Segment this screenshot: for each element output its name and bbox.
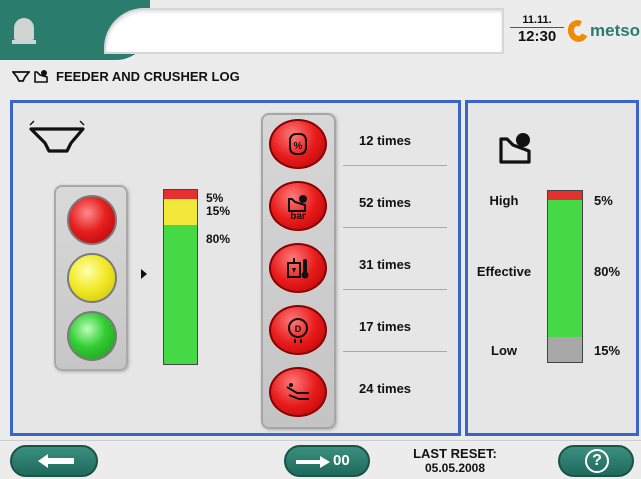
feeder-distribution-bar (163, 189, 198, 365)
distribution-segment (164, 190, 197, 199)
distribution-percent: 80% (206, 232, 231, 246)
level-percent: 5% (594, 193, 613, 208)
level-segment (548, 200, 582, 337)
svg-text:D: D (295, 324, 302, 334)
svg-text:%: % (294, 141, 303, 152)
distribution-percent: 15% (206, 204, 231, 218)
help-icon: ? (585, 449, 609, 473)
event-count: 17 times (359, 319, 412, 334)
level-percent: 80% (594, 264, 621, 279)
brand-name: metso (590, 21, 641, 40)
crusher-level-bar (547, 190, 583, 363)
traffic-light (54, 185, 128, 371)
crusher-icon (499, 133, 531, 164)
help-button[interactable]: ? (558, 445, 634, 477)
event-count: 24 times (359, 381, 412, 396)
red-light-icon (67, 195, 117, 245)
row-divider (343, 165, 447, 166)
arrow-left-icon (38, 454, 74, 468)
yellow-light-icon (67, 253, 117, 303)
message-field (104, 8, 504, 54)
level-label: High (489, 193, 519, 208)
brand-logo: metso (564, 17, 641, 45)
help-label: ? (592, 452, 602, 469)
row-divider (343, 227, 447, 228)
reset-button-label: 00 (333, 452, 350, 469)
reset-counters-button[interactable]: 00 (284, 445, 370, 477)
clock: 11.11. 12:30 (510, 13, 564, 47)
event-count: 52 times (359, 195, 412, 210)
bottom-bar: 00 LAST RESET: 05.05.2008 ? (0, 440, 641, 479)
last-reset-date: 05.05.2008 (424, 461, 486, 475)
level-percent: 15% (594, 343, 621, 358)
crusher-log-panel: High 5% Effective 80% Low 15% (465, 100, 639, 436)
row-divider (343, 351, 447, 352)
pointer-arrow-icon (141, 269, 147, 279)
distribution-percent: 5% (206, 191, 224, 205)
event-count: 12 times (359, 133, 412, 148)
time-text: 12:30 (510, 27, 564, 46)
back-button[interactable] (10, 445, 98, 477)
level-segment (548, 191, 582, 200)
page-title-row: FEEDER AND CRUSHER LOG (12, 66, 240, 86)
event-count: 31 times (359, 257, 412, 272)
feeder-log-panel: 5% 15% 80% % bar D 12 times 52 times 31 times 1… (10, 100, 461, 436)
last-reset-info: LAST RESET: 05.05.2008 (390, 446, 520, 475)
date-text: 11.11. (522, 14, 552, 26)
event-unit-label: bar (290, 211, 306, 222)
event-button[interactable]: % (269, 119, 327, 169)
row-divider (343, 289, 447, 290)
feeder-icon (12, 71, 30, 82)
crusher-icon (34, 70, 48, 83)
top-bar: 11.11. 12:30 metso (0, 0, 641, 62)
green-light-icon (67, 311, 117, 361)
arrow-right-icon (296, 456, 330, 468)
event-button[interactable]: bar (269, 181, 327, 231)
event-button[interactable]: D (269, 305, 327, 355)
event-buttons-column: % bar D (261, 113, 336, 429)
feeder-icon (29, 120, 85, 153)
level-label: Effective (476, 264, 532, 279)
event-button[interactable] (269, 367, 327, 417)
metso-logo-icon (564, 17, 592, 45)
page-title: FEEDER AND CRUSHER LOG (56, 68, 240, 84)
last-reset-label: LAST RESET: (413, 446, 497, 461)
distribution-segment (164, 225, 197, 364)
level-segment (548, 337, 582, 362)
distribution-segment (164, 199, 197, 225)
event-button[interactable] (269, 243, 327, 293)
alarm-bell-icon[interactable] (12, 18, 36, 46)
level-label: Low (491, 343, 517, 358)
